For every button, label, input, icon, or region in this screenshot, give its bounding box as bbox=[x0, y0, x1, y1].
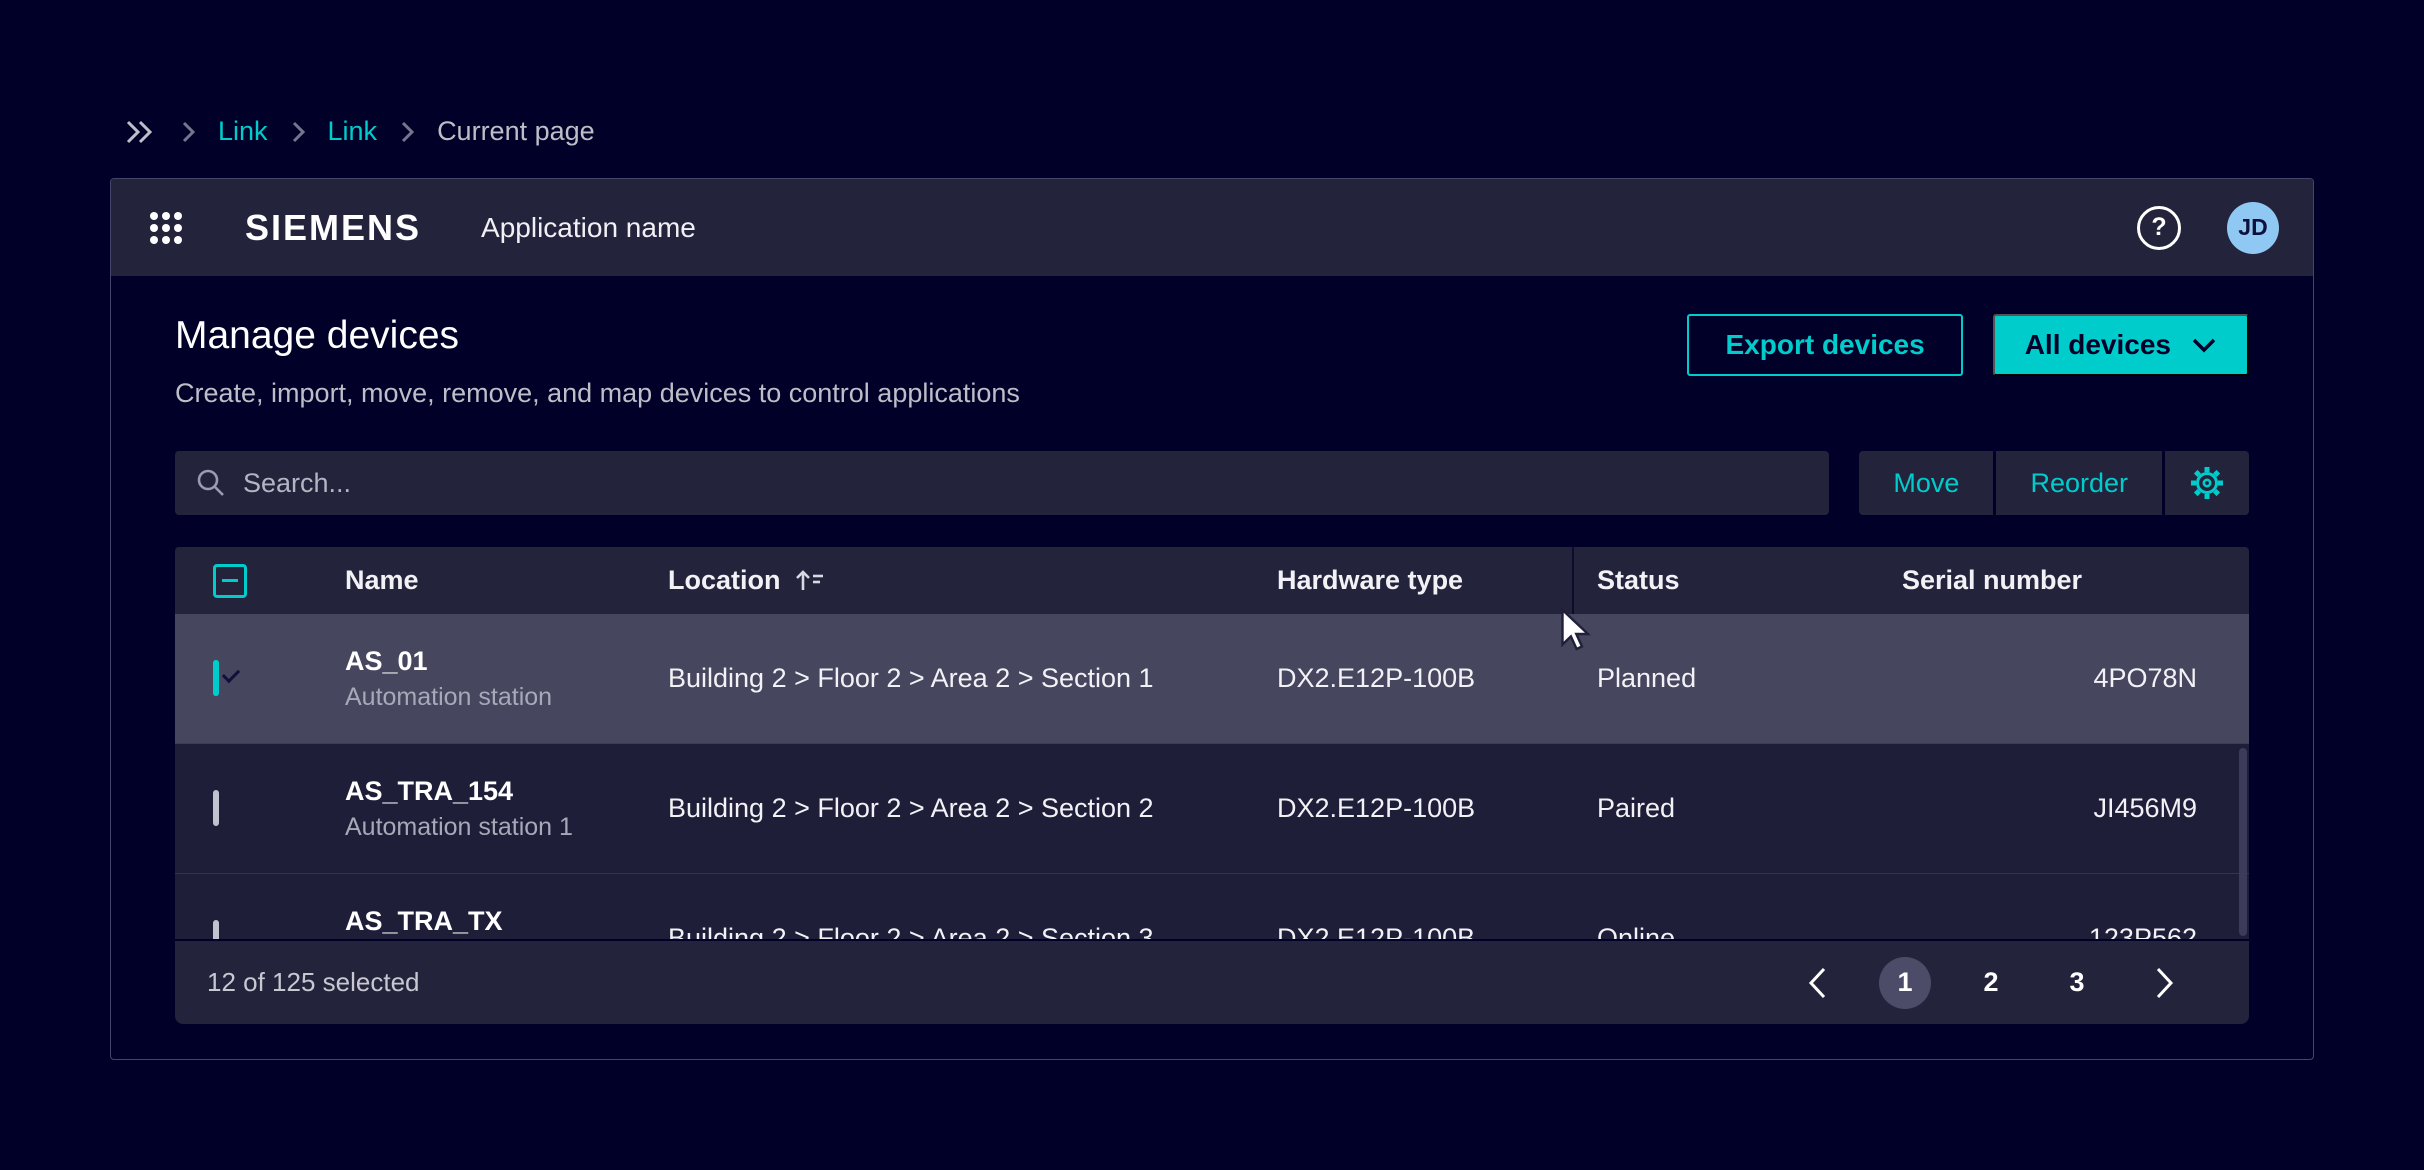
device-serial: JI456M9 bbox=[1902, 793, 2249, 824]
row-checkbox[interactable] bbox=[213, 660, 219, 696]
page-button-3[interactable]: 3 bbox=[2051, 957, 2103, 1009]
application-name: Application name bbox=[481, 212, 696, 244]
previous-page-icon[interactable] bbox=[1791, 966, 1845, 1000]
next-page-icon[interactable] bbox=[2137, 966, 2191, 1000]
column-header-serial[interactable]: Serial number bbox=[1902, 565, 2249, 596]
device-filter-label: All devices bbox=[2025, 329, 2171, 361]
table-footer: 12 of 125 selected 1 2 3 bbox=[175, 939, 2249, 1024]
search-input[interactable] bbox=[243, 468, 1809, 499]
reorder-button[interactable]: Reorder bbox=[1996, 451, 2162, 515]
device-hardware: DX2.E12P-100B bbox=[1277, 663, 1572, 694]
column-header-location-label: Location bbox=[668, 565, 781, 596]
chevron-right-icon bbox=[399, 120, 415, 144]
column-header-hardware[interactable]: Hardware type bbox=[1277, 565, 1572, 596]
chevron-right-icon bbox=[180, 120, 196, 144]
search-icon bbox=[195, 467, 227, 499]
table-header-row: Name Location Hardware type Status Seria… bbox=[175, 547, 2249, 614]
device-name: AS_01 bbox=[345, 646, 668, 677]
breadcrumb: Link Link Current page bbox=[122, 116, 595, 147]
column-header-status[interactable]: Status bbox=[1572, 565, 1902, 596]
sort-ascending-icon bbox=[795, 567, 825, 595]
device-status: Planned bbox=[1572, 663, 1902, 694]
app-switcher-icon[interactable] bbox=[145, 207, 187, 249]
device-hardware: DX2.E12P-100B bbox=[1277, 923, 1572, 939]
breadcrumb-current: Current page bbox=[437, 116, 595, 147]
device-hardware: DX2.E12P-100B bbox=[1277, 793, 1572, 824]
device-status: Online bbox=[1572, 923, 1902, 939]
chevron-right-icon bbox=[290, 120, 306, 144]
device-name: AS_TRA_154 bbox=[345, 776, 668, 807]
export-devices-button[interactable]: Export devices bbox=[1687, 314, 1962, 376]
page-content: Manage devices Create, import, move, rem… bbox=[111, 314, 2313, 1024]
device-filter-dropdown[interactable]: All devices bbox=[1993, 314, 2249, 376]
breadcrumb-collapse-icon[interactable] bbox=[122, 118, 158, 146]
selection-summary: 12 of 125 selected bbox=[207, 967, 420, 998]
device-location: Building 2 > Floor 2 > Area 2 > Section … bbox=[668, 793, 1277, 824]
app-header: SIEMENS Application name ? JD bbox=[111, 179, 2313, 276]
table-scrollbar[interactable] bbox=[2239, 748, 2247, 936]
device-status: Paired bbox=[1572, 793, 1902, 824]
siemens-logo: SIEMENS bbox=[245, 207, 421, 249]
table-actions-group: Move Reorder bbox=[1859, 451, 2249, 515]
column-resize-divider[interactable] bbox=[1572, 547, 1574, 614]
app-window: SIEMENS Application name ? JD Manage dev… bbox=[110, 178, 2314, 1060]
device-serial: 4PO78N bbox=[1902, 663, 2249, 694]
table-rows-viewport: AS_01 Automation station Building 2 > Fl… bbox=[175, 614, 2249, 939]
device-location: Building 2 > Floor 2 > Area 2 > Section … bbox=[668, 663, 1277, 694]
search-box bbox=[175, 451, 1829, 515]
gear-icon bbox=[2187, 463, 2227, 503]
page-subtitle: Create, import, move, remove, and map de… bbox=[175, 378, 1020, 409]
help-icon[interactable]: ? bbox=[2137, 206, 2181, 250]
page-title: Manage devices bbox=[175, 314, 1020, 358]
select-all-checkbox[interactable] bbox=[213, 564, 247, 598]
table-row[interactable]: AS_01 Automation station Building 2 > Fl… bbox=[175, 614, 2249, 744]
row-checkbox[interactable] bbox=[213, 920, 219, 939]
column-header-location[interactable]: Location bbox=[668, 565, 1277, 596]
table-settings-button[interactable] bbox=[2165, 451, 2249, 515]
device-description: Automation station bbox=[345, 683, 668, 712]
device-description: Automation station 1 bbox=[345, 813, 668, 842]
row-checkbox[interactable] bbox=[213, 790, 219, 826]
device-serial: 123P562 bbox=[1902, 923, 2249, 939]
column-header-name[interactable]: Name bbox=[345, 565, 668, 596]
table-row[interactable]: AS_TRA_TX Building 2 > Floor 2 > Area 2 … bbox=[175, 874, 2249, 939]
device-location: Building 2 > Floor 2 > Area 2 > Section … bbox=[668, 923, 1277, 939]
avatar[interactable]: JD bbox=[2227, 202, 2279, 254]
page-button-1[interactable]: 1 bbox=[1879, 957, 1931, 1009]
chevron-down-icon bbox=[2191, 336, 2217, 354]
device-name: AS_TRA_TX bbox=[345, 906, 668, 937]
breadcrumb-link-1[interactable]: Link bbox=[218, 116, 268, 147]
breadcrumb-link-2[interactable]: Link bbox=[328, 116, 378, 147]
devices-table: Name Location Hardware type Status Seria… bbox=[175, 547, 2249, 1024]
page-button-2[interactable]: 2 bbox=[1965, 957, 2017, 1009]
pagination: 1 2 3 bbox=[1791, 957, 2191, 1009]
move-button[interactable]: Move bbox=[1859, 451, 1993, 515]
table-row[interactable]: AS_TRA_154 Automation station 1 Building… bbox=[175, 744, 2249, 874]
